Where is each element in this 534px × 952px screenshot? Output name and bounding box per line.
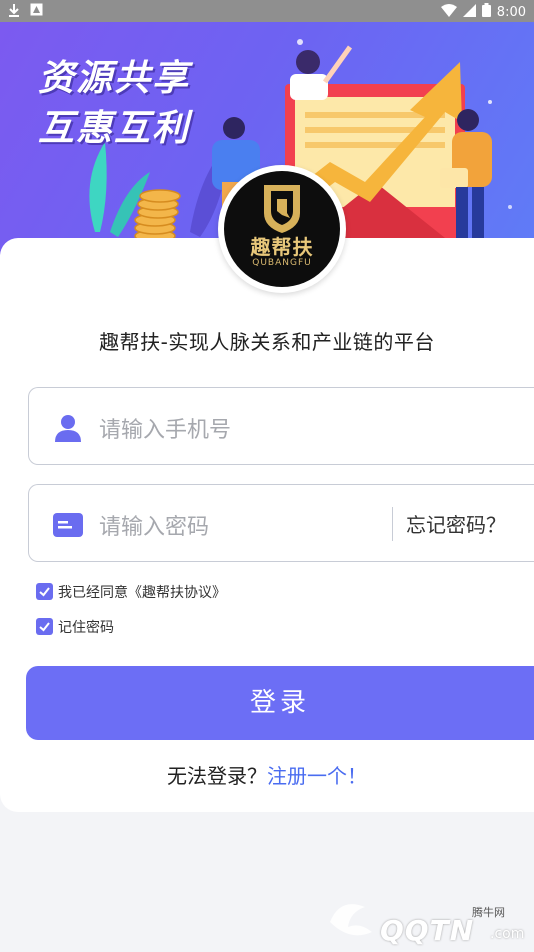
- remember-label[interactable]: 记住密码: [58, 617, 114, 637]
- logo-subtitle: QUBANGFU: [252, 258, 312, 268]
- app-logo: 趣帮扶 QUBANGFU: [218, 165, 346, 293]
- register-prompt: 无法登录？注册一个！: [0, 760, 534, 789]
- register-link[interactable]: 注册一个！: [267, 764, 367, 788]
- app-tagline: 趣帮扶-实现人脉关系和产业链的平台: [99, 330, 435, 354]
- signal-icon: [462, 3, 476, 21]
- slogan-line-2: 互惠互利: [38, 108, 191, 149]
- login-button[interactable]: 登录: [26, 666, 534, 740]
- agreement-checkbox[interactable]: [36, 583, 53, 600]
- remember-checkbox[interactable]: [36, 618, 53, 635]
- watermark-suffix: .com: [490, 926, 525, 942]
- notification-icon: [30, 3, 43, 21]
- phone-field[interactable]: 请输入手机号: [28, 387, 534, 465]
- agreement-label[interactable]: 我已经同意《趣帮扶协议》: [58, 582, 226, 602]
- check-icon: [39, 622, 50, 632]
- watermark: 腾牛网 QQTN .com: [320, 892, 534, 948]
- slogan-line-1: 资源共享: [38, 58, 191, 99]
- battery-icon: [481, 3, 491, 21]
- logo-badge: 趣帮扶 QUBANGFU: [224, 171, 340, 287]
- wifi-icon: [440, 3, 457, 21]
- status-bar: 8:00: [0, 0, 534, 22]
- download-icon: [8, 3, 20, 21]
- password-field[interactable]: 请输入密码 忘记密码？: [28, 484, 534, 562]
- watermark-brand: QQTN: [380, 914, 475, 947]
- password-card-icon: [53, 513, 83, 541]
- banner-slogan: 资源共享 互惠互利: [38, 54, 190, 154]
- status-time: 8:00: [496, 4, 526, 20]
- shield-icon: [264, 185, 300, 233]
- password-placeholder: 请输入密码: [99, 515, 210, 540]
- watermark-small: 腾牛网: [472, 906, 505, 919]
- forgot-password-link[interactable]: 忘记密码？: [406, 509, 506, 538]
- check-icon: [39, 587, 50, 597]
- logo-name: 趣帮扶: [250, 235, 314, 259]
- phone-placeholder: 请输入手机号: [99, 418, 232, 443]
- user-icon: [53, 413, 83, 447]
- field-divider: [392, 507, 393, 541]
- cannot-login-text: 无法登录？: [167, 764, 267, 788]
